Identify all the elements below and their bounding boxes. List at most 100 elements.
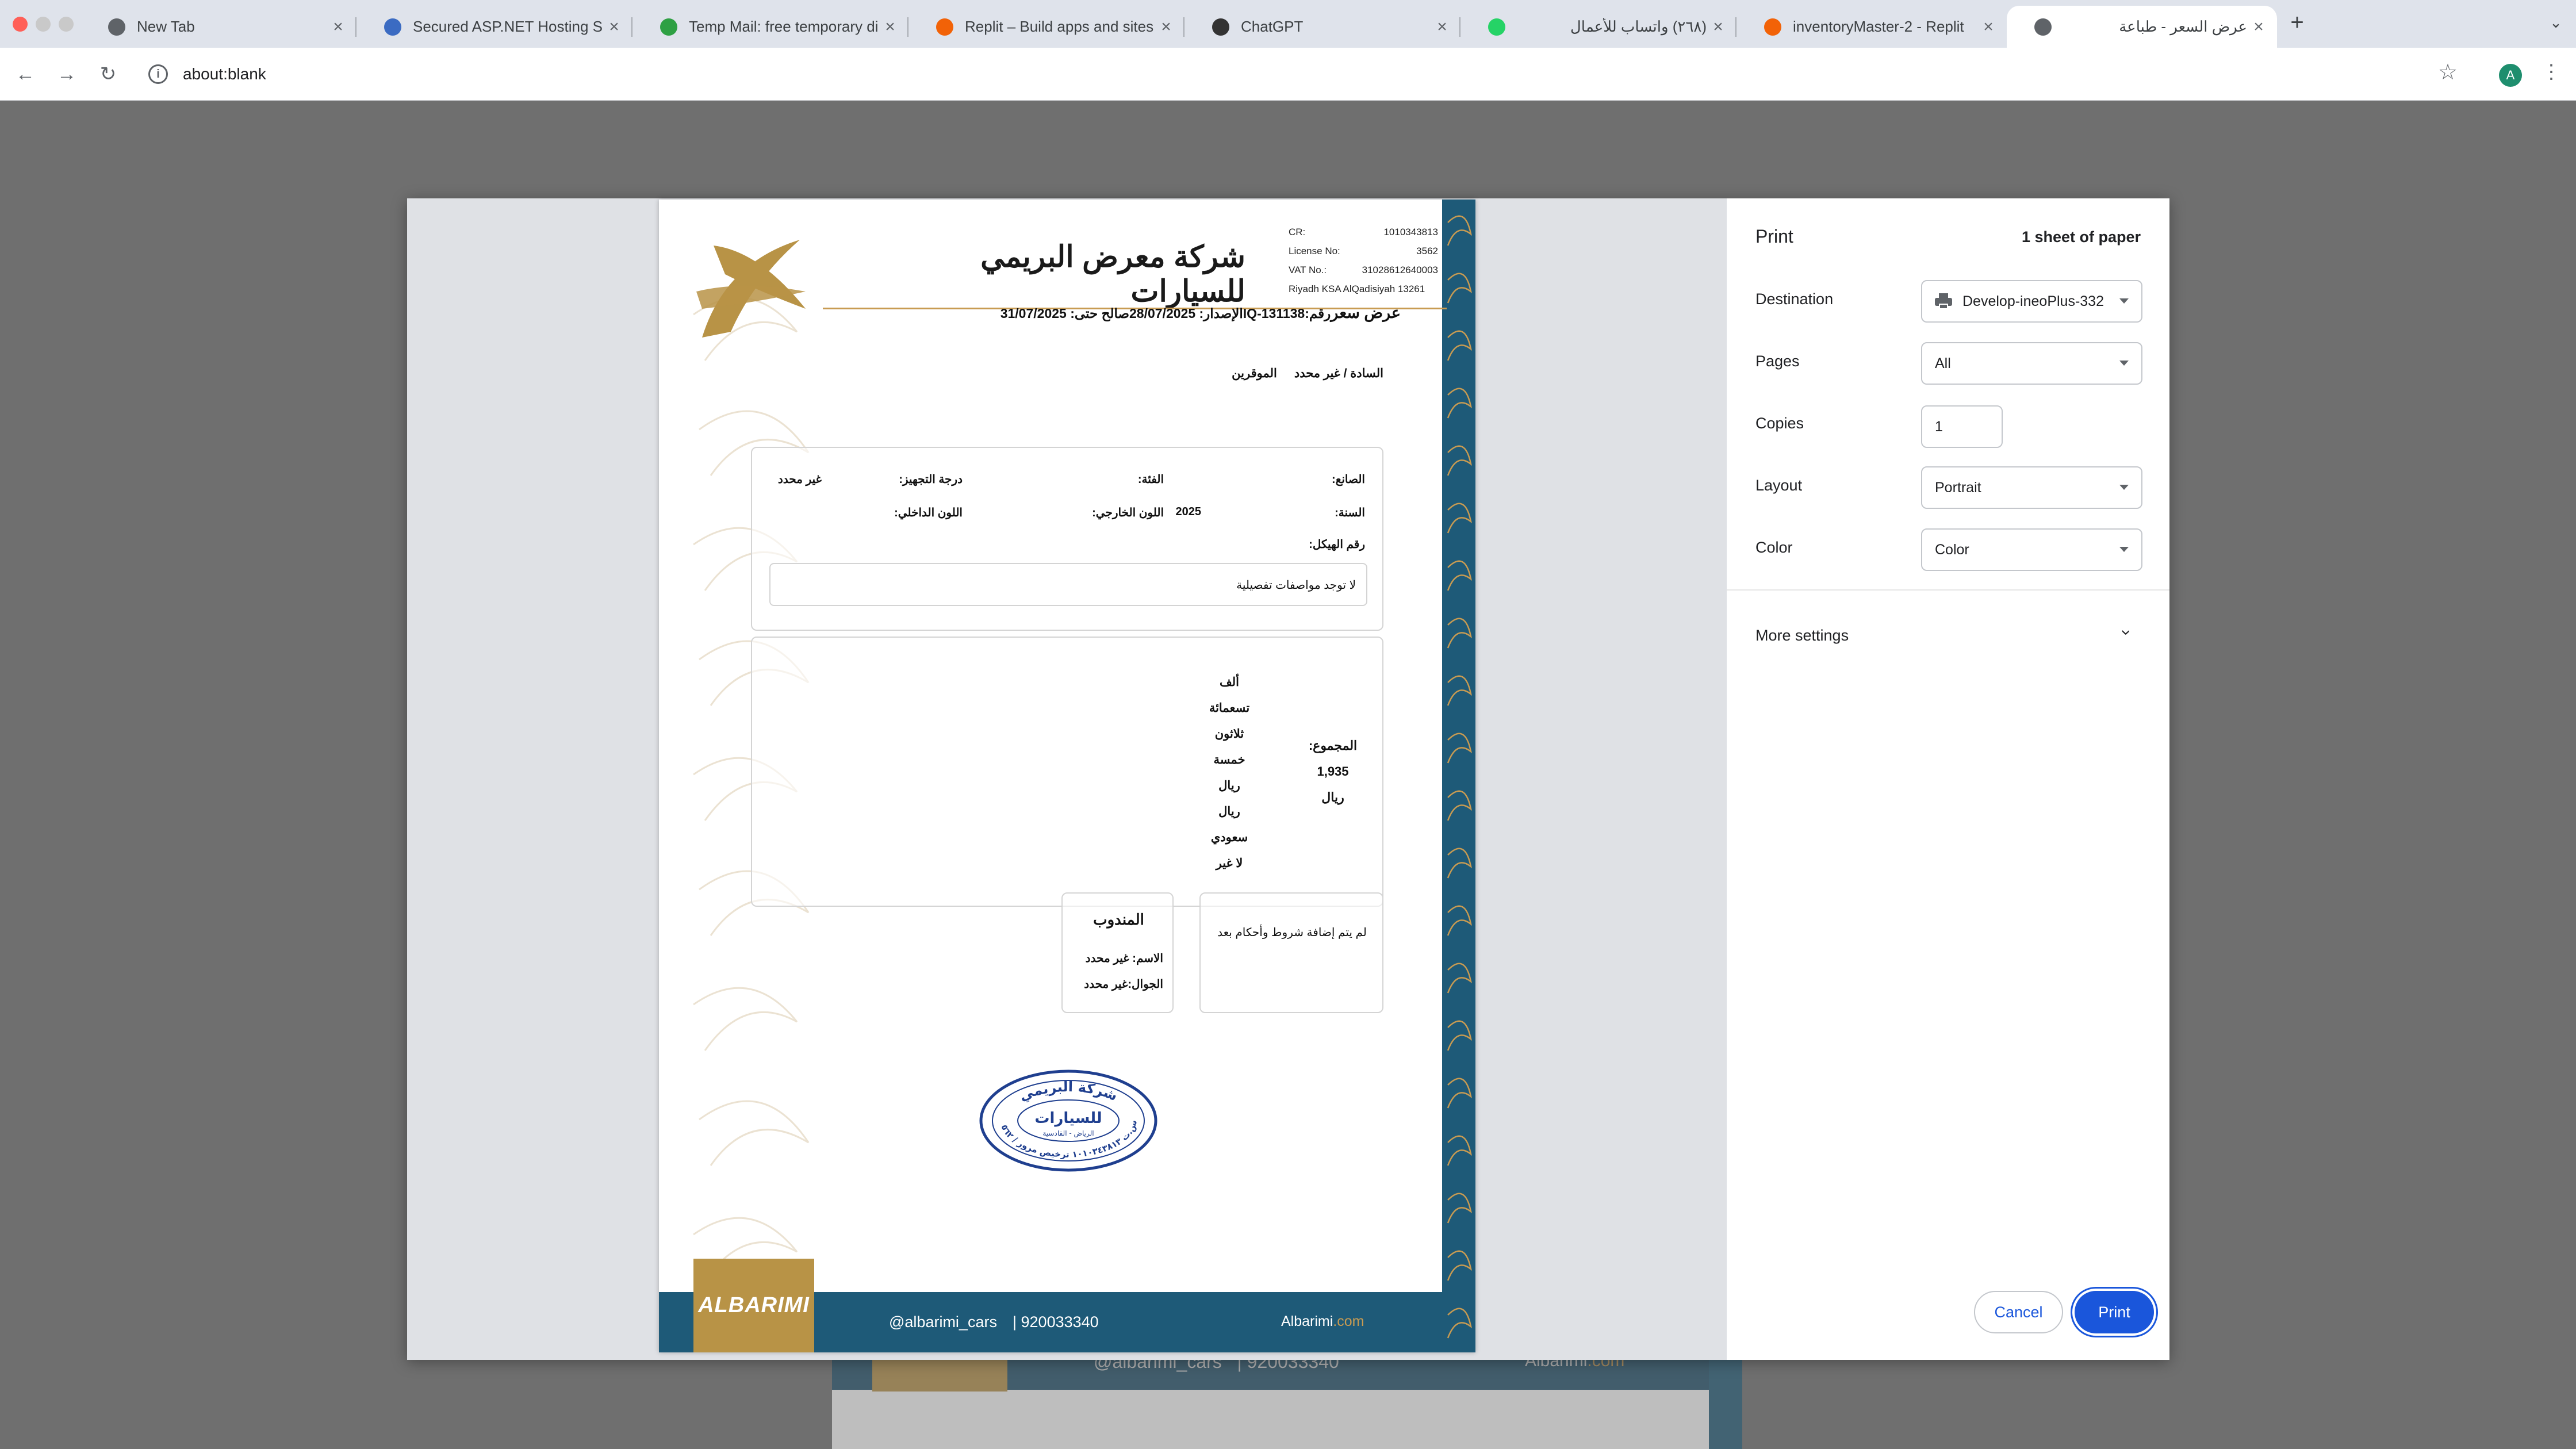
exterior-color-label: اللون الخارجي: xyxy=(1092,507,1164,519)
browser-toolbar: ← → ↻ i about:blank ☆ A ⋮ xyxy=(0,48,2576,101)
reload-icon[interactable]: ↻ xyxy=(94,60,122,88)
close-tab-icon[interactable]: × xyxy=(1431,17,1454,37)
panel-divider xyxy=(1727,589,2169,591)
words-line: سعودي xyxy=(1210,831,1248,844)
new-tab-button[interactable]: + xyxy=(2283,8,2312,37)
globe-icon xyxy=(2034,18,2052,36)
close-tab-icon[interactable]: × xyxy=(879,17,902,37)
globe-icon xyxy=(384,18,401,36)
quote-page: شركة معرض البريمي للسيارات CR: 1010343813… xyxy=(659,200,1475,1352)
footer-logo: ALBARIMI xyxy=(693,1259,814,1352)
copies-input[interactable]: 1 xyxy=(1921,405,2003,448)
more-settings-toggle[interactable]: More settings xyxy=(1755,627,1849,645)
destination-value: Develop-ineoPlus-332 xyxy=(1962,293,2104,309)
pages-select[interactable]: All xyxy=(1921,342,2142,385)
quote-meta: عرض سعررقم:IQ-131138الإصدار: 28/07/2025ص… xyxy=(992,304,1401,322)
decorative-side-strip xyxy=(1442,200,1475,1352)
address-bar[interactable]: i about:blank xyxy=(138,57,2455,91)
minimize-window-button[interactable] xyxy=(36,17,51,32)
close-tab-icon[interactable]: × xyxy=(1155,17,1178,37)
close-window-button[interactable] xyxy=(13,17,28,32)
cancel-button[interactable]: Cancel xyxy=(1974,1291,2063,1333)
url-text[interactable]: about:blank xyxy=(183,65,266,83)
destination-select[interactable]: Develop-ineoPlus-332 xyxy=(1921,280,2142,323)
words-line: ريال xyxy=(1218,779,1240,792)
license-label: License No: xyxy=(1289,245,1340,256)
words-line: خمسة xyxy=(1213,753,1245,766)
trim-value: غير محدد xyxy=(777,473,822,486)
valid-date: 31/07/2025 xyxy=(1000,306,1067,321)
profile-avatar[interactable]: A xyxy=(2499,64,2522,87)
copies-label: Copies xyxy=(1755,415,1804,432)
forward-icon[interactable]: → xyxy=(53,60,80,88)
cr-value: 1010343813 xyxy=(1383,226,1438,237)
company-address: Riyadh KSA AlQadisiyah 13261 xyxy=(1289,283,1425,294)
totals-box: ألف تسعمائة ثلاثون خمسة ريال ريال سعودي … xyxy=(751,637,1383,907)
rep-title: المندوب xyxy=(1093,911,1144,928)
replit-icon xyxy=(1764,18,1781,36)
close-tab-icon[interactable]: × xyxy=(1707,17,1730,37)
whatsapp-icon xyxy=(1488,18,1505,36)
color-value: Color xyxy=(1935,541,1969,558)
back-icon[interactable]: ← xyxy=(12,60,39,88)
vat-value: 31028612640003 xyxy=(1362,264,1438,275)
chatgpt-icon xyxy=(1212,18,1229,36)
browser-tab[interactable]: Secured ASP.NET Hosting Si × xyxy=(356,6,632,48)
print-preview[interactable]: شركة معرض البريمي للسيارات CR: 1010343813… xyxy=(407,198,1727,1360)
browser-tab[interactable]: Replit – Build apps and sites × xyxy=(908,6,1184,48)
tab-title: عرض السعر - طباعة xyxy=(2119,18,2247,35)
chevron-down-icon xyxy=(2119,361,2129,366)
page-viewport: ALBARIMI @albarimi_cars | 920033340 Alba… xyxy=(0,101,2576,1449)
menu-icon[interactable]: ⋮ xyxy=(2542,60,2561,83)
print-button[interactable]: Print xyxy=(2075,1291,2154,1333)
browser-tab[interactable]: ChatGPT × xyxy=(1184,6,1460,48)
strip-pattern xyxy=(1447,215,1472,1339)
issue-date: 28/07/2025 xyxy=(1129,306,1196,321)
print-settings-panel: Print 1 sheet of paper Destination Devel… xyxy=(1727,198,2169,1360)
vehicle-specs-box: الصانع: الفئة: درجة التجهيز: غير محدد ال… xyxy=(751,447,1383,631)
color-select[interactable]: Color xyxy=(1921,528,2142,571)
words-line: لا غير xyxy=(1216,857,1243,870)
tab-title: Temp Mail: free temporary di xyxy=(689,18,879,35)
chevron-down-icon xyxy=(2119,485,2129,490)
info-icon[interactable]: i xyxy=(148,64,168,84)
trim-label: درجة التجهيز: xyxy=(899,473,963,486)
destination-label: Destination xyxy=(1755,290,1834,308)
terms-box: لم يتم إضافة شروط وأحكام بعد xyxy=(1199,892,1383,1013)
maximize-window-button[interactable] xyxy=(59,17,74,32)
company-logo xyxy=(696,240,806,338)
salutation-suffix: الموقرين xyxy=(1232,367,1277,380)
rep-phone: الجوال:غير محدد xyxy=(1084,978,1163,991)
close-tab-icon[interactable]: × xyxy=(1977,17,2000,37)
tab-search-icon[interactable]: ⌄ xyxy=(2542,8,2570,37)
words-line: ألف xyxy=(1220,676,1239,689)
stamp-text-sub: الرياض - القادسية xyxy=(1042,1129,1094,1138)
tab-title: ChatGPT xyxy=(1241,18,1304,35)
tab-title: Replit – Build apps and sites xyxy=(965,18,1154,35)
pages-value: All xyxy=(1935,355,1951,371)
chevron-down-icon[interactable]: › xyxy=(2117,630,2136,635)
close-tab-icon[interactable]: × xyxy=(2247,17,2270,37)
sheet-count: 1 sheet of paper xyxy=(2021,228,2141,246)
close-tab-icon[interactable]: × xyxy=(603,17,626,37)
browser-tab[interactable]: عرض السعر - طباعة × xyxy=(2007,6,2277,48)
sales-rep-box: المندوب الاسم: غير محدد الجوال:غير محدد xyxy=(1061,892,1174,1013)
website-name: Albarimi xyxy=(1281,1313,1333,1329)
browser-tab[interactable]: New Tab × xyxy=(80,6,356,48)
bookmark-star-icon[interactable]: ☆ xyxy=(2438,59,2458,85)
browser-tab[interactable]: Temp Mail: free temporary di × xyxy=(632,6,908,48)
license-value: 3562 xyxy=(1416,245,1438,256)
browser-tab[interactable]: inventoryMaster-2 - Replit × xyxy=(1736,6,2007,48)
stamp-text-center: للسيارات xyxy=(1034,1110,1102,1127)
tab-title: (٢٦٨) واتساب للأعمال xyxy=(1570,18,1707,35)
layout-select[interactable]: Portrait xyxy=(1921,466,2142,509)
year-label: السنة: xyxy=(1335,507,1365,519)
rep-name: الاسم: غير محدد xyxy=(1085,952,1163,965)
chassis-label: رقم الهيكل: xyxy=(1309,538,1365,551)
footer-social-handle: @albarimi_cars xyxy=(889,1313,997,1331)
valid-label: صالح حتى: xyxy=(1070,306,1129,321)
year-value: 2025 xyxy=(1175,505,1202,518)
layout-label: Layout xyxy=(1755,477,1803,494)
close-tab-icon[interactable]: × xyxy=(327,17,350,37)
browser-tab[interactable]: (٢٦٨) واتساب للأعمال × xyxy=(1460,6,1736,48)
